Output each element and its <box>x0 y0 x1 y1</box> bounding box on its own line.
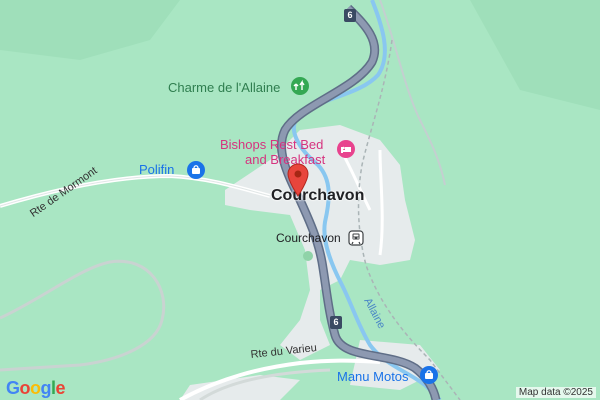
poi-label-shop-polifin[interactable]: Polifin <box>139 162 174 177</box>
route-shield-bottom: 6 <box>330 316 342 329</box>
park-icon[interactable] <box>290 76 310 96</box>
poi-label-shop-manu-motos[interactable]: Manu Motos <box>337 369 409 384</box>
map-attribution[interactable]: Map data ©2025 <box>515 387 596 398</box>
station-label[interactable]: Courchavon <box>276 231 341 245</box>
map-canvas[interactable]: 6 6 Charme de l'Allaine Bishops Rest Bed… <box>0 0 600 400</box>
google-logo: Google <box>6 378 66 398</box>
train-icon[interactable] <box>348 230 364 246</box>
shopping-icon[interactable] <box>186 160 206 180</box>
hotel-icon[interactable] <box>336 139 356 159</box>
poi-label-park[interactable]: Charme de l'Allaine <box>168 80 280 95</box>
location-pin-icon[interactable] <box>286 163 310 197</box>
route-shield-top: 6 <box>344 9 356 22</box>
shopping-icon[interactable] <box>419 365 439 385</box>
town-label[interactable]: Courchavon <box>271 187 364 205</box>
poi-label-lodging-line1: Bishops Rest Bed <box>220 137 324 152</box>
